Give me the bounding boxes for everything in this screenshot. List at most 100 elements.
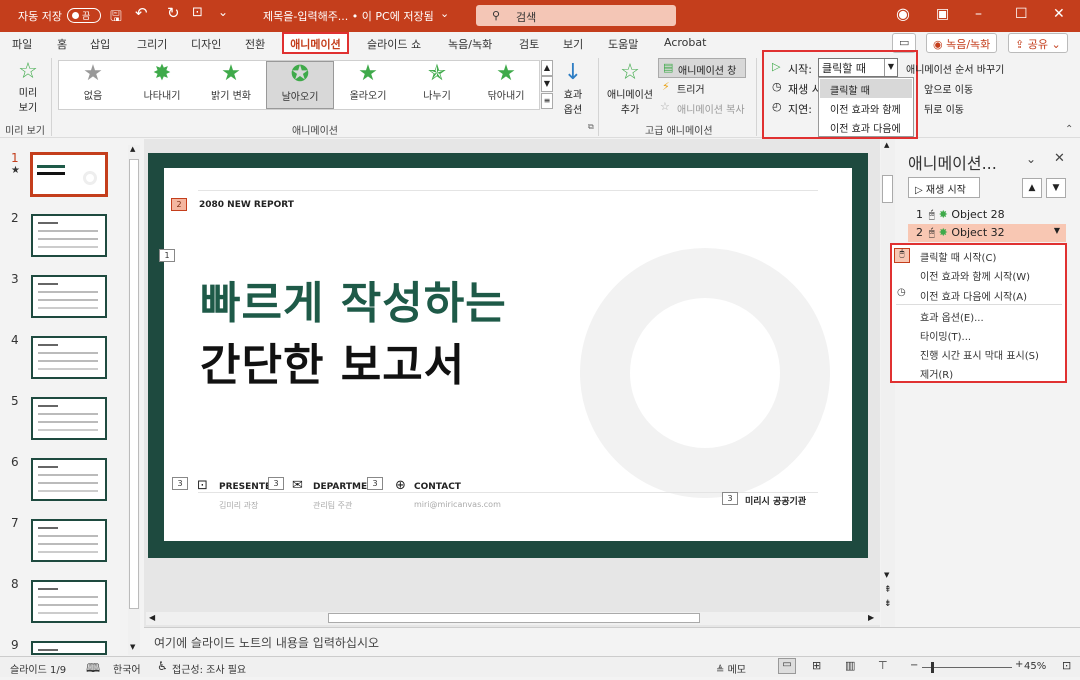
record-button[interactable]: ◉ 녹음/녹화 (926, 33, 998, 53)
scroll-up-icon[interactable]: ▲ (130, 145, 135, 153)
gallery-more[interactable]: ≡ (541, 93, 553, 109)
zoom-out-icon[interactable]: − (910, 660, 918, 671)
menu-start-after-previous[interactable]: 이전 효과 다음에 시작(A) (920, 288, 1027, 303)
add-animation-button[interactable]: ☆ 애니메이션 추가 (604, 60, 656, 116)
effect-fly-in[interactable]: ✪ 날아오기 (266, 61, 334, 109)
tab-record[interactable]: 녹음/녹화 (448, 36, 492, 52)
minimize-icon[interactable]: – (975, 6, 982, 22)
scroll-down-icon[interactable]: ▼ (130, 643, 135, 651)
normal-view-icon[interactable]: ▭ (778, 658, 796, 674)
menu-effect-options[interactable]: 효과 옵션(E)... (920, 309, 984, 324)
gallery-scroll-down[interactable]: ▼ (541, 76, 553, 92)
animation-pane-button[interactable]: ▤ 애니메이션 창 (658, 58, 746, 78)
horizontal-scrollbar[interactable]: ◀ ▶ (146, 612, 880, 625)
slide-thumb-3[interactable] (31, 275, 107, 318)
effect-options-button[interactable]: ↓ 효과 옵션 (556, 60, 590, 116)
slide-title-line1[interactable]: 빠르게 작성하는 (200, 267, 507, 331)
dropdown-option-on-click[interactable]: 클릭할 때 (820, 79, 912, 98)
effect-none[interactable]: ★ 없음 (63, 61, 123, 109)
preview-button[interactable]: ☆ 미리 보기 (8, 60, 48, 115)
notes-toggle[interactable]: ≜ 메모 (716, 661, 746, 676)
scroll-left-icon[interactable]: ◀ (149, 613, 155, 622)
slide-thumb-5[interactable] (31, 397, 107, 440)
tab-acrobat[interactable]: Acrobat (664, 36, 706, 49)
tab-review[interactable]: 검토 (519, 36, 539, 52)
pane-options-icon[interactable]: ⌄ (1026, 152, 1036, 166)
slide-thumb-4[interactable] (31, 336, 107, 379)
account-avatar-icon[interactable]: ◉ (896, 4, 910, 23)
zoom-slider-track[interactable] (922, 667, 1012, 668)
animation-tag[interactable]: 3 (268, 477, 284, 490)
zoom-level[interactable]: 45% (1024, 661, 1046, 672)
scroll-right-icon[interactable]: ▶ (868, 613, 874, 622)
menu-remove[interactable]: 제거(R) (920, 366, 953, 381)
slide-title-line2[interactable]: 간단한 보고서 (200, 329, 465, 393)
scroll-thumb[interactable] (882, 175, 893, 203)
language-label[interactable]: 한국어 (113, 661, 141, 676)
tab-home[interactable]: 홈 (57, 36, 67, 52)
tab-animations[interactable]: 애니메이션 (282, 32, 349, 54)
slide-thumb-1[interactable] (30, 152, 108, 197)
previous-slide-icon[interactable]: ⇞ (884, 585, 892, 595)
present-icon[interactable]: ⊡ (192, 5, 203, 20)
thumbnails-scrollbar[interactable]: ▲ ▼ (128, 145, 140, 655)
maximize-icon[interactable]: ☐ (1015, 6, 1028, 22)
animation-item-2[interactable]: 2 🖰 ✸ Object 32 ▼ (908, 224, 1066, 242)
scroll-thumb[interactable] (328, 613, 700, 623)
save-icon[interactable]: 🖫 (110, 6, 122, 30)
share-button[interactable]: ⇪ 공유 ⌄ (1008, 33, 1068, 53)
menu-start-with-previous[interactable]: 이전 효과와 함께 시작(W) (920, 268, 1030, 283)
start-select[interactable]: 클릭할 때 ▼ (818, 58, 898, 77)
menu-timing[interactable]: 타이밍(T)... (920, 328, 971, 343)
undo-icon[interactable]: ↶ (135, 4, 148, 22)
dialog-launcher-icon[interactable]: ⧉ (588, 122, 594, 132)
tab-view[interactable]: 보기 (563, 36, 583, 52)
animation-tag[interactable]: 3 (367, 477, 383, 490)
effect-float-in[interactable]: ★ 올라오기 (338, 61, 398, 109)
search-box[interactable]: ⚲ 검색 (476, 5, 676, 26)
move-later-button[interactable]: 뒤로 이동 (924, 101, 964, 116)
move-earlier-button[interactable]: 앞으로 이동 (924, 81, 973, 96)
reading-view-icon[interactable]: ▥ (845, 659, 855, 672)
slide-thumb-6[interactable] (31, 458, 107, 501)
menu-start-on-click[interactable]: 클릭할 때 시작(C) (920, 249, 996, 264)
tab-slideshow[interactable]: 슬라이드 쇼 (367, 36, 421, 52)
play-from-button[interactable]: ▷ 재생 시작 (908, 177, 980, 198)
zoom-in-icon[interactable]: + (1015, 659, 1023, 670)
zoom-slider-thumb[interactable] (931, 662, 934, 673)
slide-thumb-2[interactable] (31, 214, 107, 257)
trigger-button[interactable]: 트리거 (677, 81, 705, 96)
slide-thumb-9[interactable] (31, 641, 107, 655)
accessibility-status[interactable]: 접근성: 조사 필요 (172, 661, 246, 676)
tab-design[interactable]: 디자인 (191, 36, 221, 52)
animation-tag[interactable]: 3 (172, 477, 188, 490)
animation-tag[interactable]: 2 (171, 198, 187, 211)
move-down-button[interactable]: ▼ (1046, 178, 1066, 198)
title-dropdown-icon[interactable]: ⌄ (440, 7, 449, 20)
effect-split[interactable]: ✯ 나누기 (407, 61, 467, 109)
collapse-ribbon-icon[interactable]: ⌃ (1065, 124, 1073, 135)
customize-qat-icon[interactable]: ⌄ (218, 5, 228, 19)
slide-scrollbar[interactable]: ▲ ▼ ⇞ ⇟ (881, 139, 895, 627)
move-up-button[interactable]: ▲ (1022, 178, 1042, 198)
effect-appear[interactable]: ✸ 나타내기 (132, 61, 192, 109)
tab-insert[interactable]: 삽입 (90, 36, 110, 52)
item-dropdown-icon[interactable]: ▼ (1054, 226, 1060, 235)
menu-show-timeline[interactable]: 진행 시간 표시 막대 표시(S) (920, 347, 1039, 362)
slideshow-view-icon[interactable]: ⊤ (878, 659, 888, 672)
animation-painter-button[interactable]: 애니메이션 복사 (677, 101, 745, 116)
notes-pane[interactable]: 여기에 슬라이드 노트의 내용을 입력하십시오 (144, 627, 1080, 655)
next-slide-icon[interactable]: ⇟ (884, 599, 892, 609)
scroll-thumb[interactable] (129, 159, 139, 609)
effect-wipe[interactable]: ★ 닦아내기 (476, 61, 536, 109)
autosave-toggle[interactable]: 끔 (67, 8, 101, 23)
scroll-down-icon[interactable]: ▼ (884, 571, 889, 579)
tab-file[interactable]: 파일 (12, 36, 32, 52)
slide-sorter-icon[interactable]: ⊞ (812, 659, 821, 672)
ribbon-display-icon[interactable]: ▣ (936, 6, 949, 22)
dropdown-option-after-previous[interactable]: 이전 효과 다음에 (820, 117, 912, 136)
gallery-scroll-up[interactable]: ▲ (541, 60, 553, 76)
dropdown-option-with-previous[interactable]: 이전 효과와 함께 (820, 98, 912, 117)
animation-tag[interactable]: 3 (722, 492, 738, 505)
animation-item-1[interactable]: 1 🖰 ✸ Object 28 (908, 206, 1066, 224)
